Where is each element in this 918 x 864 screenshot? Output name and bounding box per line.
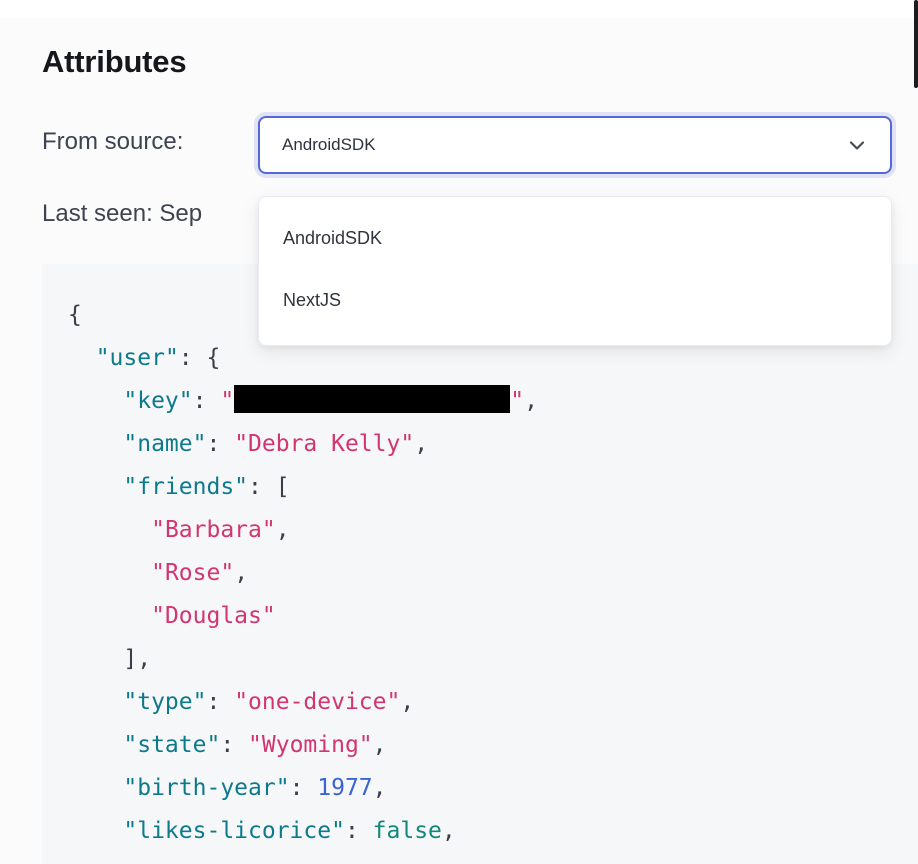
code-lines: { "user": { "key": "", "name": "Debra Ke… [68,294,918,853]
from-source-label: From source: [42,128,183,156]
code-line: "type": "one-device", [68,681,918,724]
code-line: "Douglas" [68,595,918,638]
source-select[interactable]: AndroidSDK [258,116,892,174]
code-line: "Rose", [68,552,918,595]
source-dropdown-menu: AndroidSDKNextJS [258,196,892,346]
last-seen-text: Last seen: Sep [42,200,202,228]
code-line: "friends": [ [68,466,918,509]
scrollbar-thumb[interactable] [914,0,918,88]
source-select-value: AndroidSDK [282,135,846,155]
page-title: Attributes [42,44,186,80]
code-line: "name": "Debra Kelly", [68,423,918,466]
code-line: "birth-year": 1977, [68,767,918,810]
code-line: "state": "Wyoming", [68,724,918,767]
code-line: "key": "", [68,380,918,423]
code-line: "likes-licorice": false, [68,810,918,853]
code-line: "Barbara", [68,509,918,552]
code-block: { "user": { "key": "", "name": "Debra Ke… [42,264,918,864]
dropdown-option-nextjs[interactable]: NextJS [259,269,891,331]
page: { "user": { "key": "", "name": "Debra Ke… [0,0,918,864]
redacted-value [234,385,510,413]
chevron-down-icon [846,134,868,156]
code-line: ], [68,638,918,681]
dropdown-option-androidsdk[interactable]: AndroidSDK [259,207,891,269]
